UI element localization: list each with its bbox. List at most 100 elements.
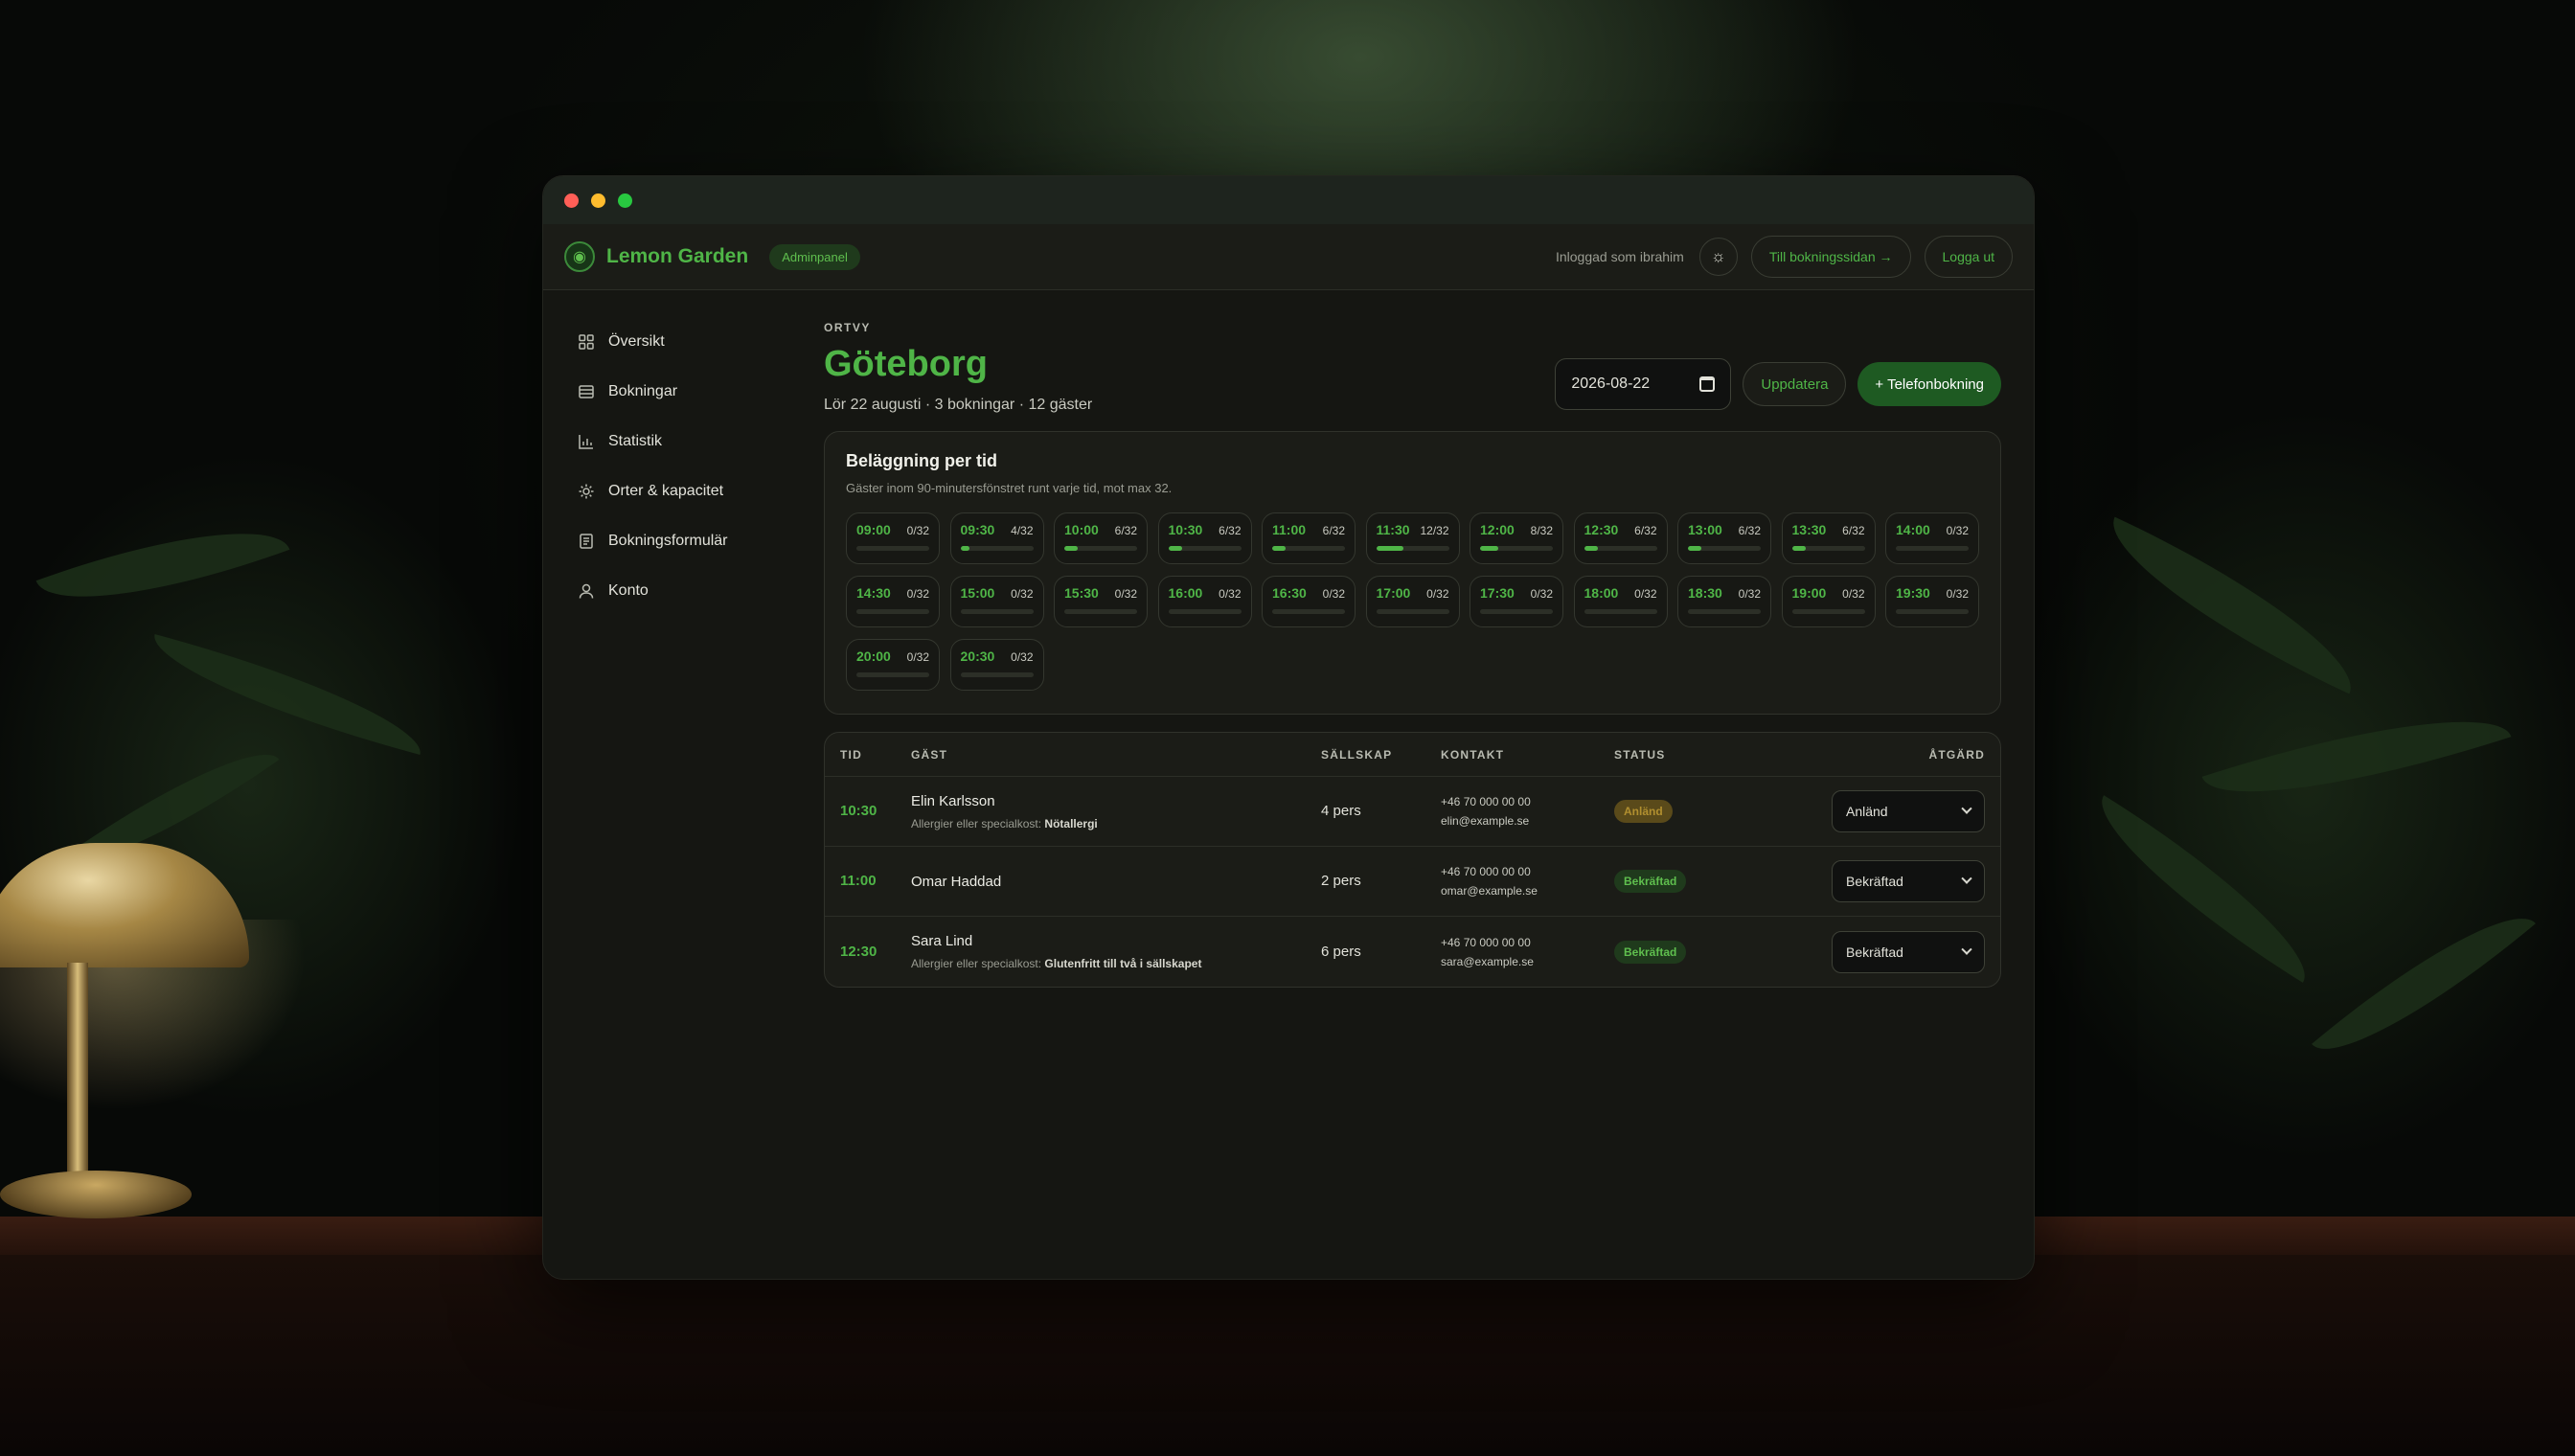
slot-time: 20:00 [856,648,891,664]
column-header-atgard: ÅTGÄRD [1928,747,1985,762]
time-slot[interactable]: 09:30 4/32 [949,512,1044,564]
booking-time: 10:30 [840,803,877,819]
slot-count: 0/32 [1738,587,1761,601]
time-slot[interactable]: 13:00 6/32 [1677,512,1771,564]
time-slot[interactable]: 10:00 6/32 [1054,512,1148,564]
grid-icon [578,333,595,351]
note-label: Allergier eller specialkost: [911,816,1042,830]
logged-in-text: Inloggad som ibrahim [1555,249,1684,264]
slot-time: 16:30 [1272,585,1307,601]
logout-button[interactable]: Logga ut [1924,236,2013,278]
action-select[interactable]: Bekräftad [1832,860,1985,902]
slot-count: 0/32 [1634,587,1657,601]
contact-phone: +46 70 000 00 00 [1441,935,1531,949]
slot-occupancy-bar [1480,609,1553,614]
slot-occupancy-bar [1896,546,1969,551]
user-icon [578,582,595,600]
sidebar-item-oversikt[interactable]: Översikt [578,317,824,367]
phone-booking-button[interactable]: + Telefonbokning [1857,362,2001,406]
header-actions: 2026-08-22 Uppdatera + Telefonbokning [1555,358,2001,410]
time-slot[interactable]: 17:00 0/32 [1365,576,1460,627]
slot-occupancy-bar [1272,609,1345,614]
sidebar-item-konto[interactable]: Konto [578,566,824,616]
time-slot[interactable]: 14:00 0/32 [1885,512,1979,564]
time-slot[interactable]: 18:00 0/32 [1573,576,1668,627]
time-slot[interactable]: 11:30 12/32 [1365,512,1460,564]
page-subtitle: Lör 22 augusti · 3 bokningar · 12 gäster [824,397,1093,413]
guest-note: Allergier eller specialkost: Nötallergi [911,817,1321,830]
action-select[interactable]: Bekräftad [1832,930,1985,973]
note-label: Allergier eller specialkost: [911,957,1042,970]
contact-email: omar@example.se [1441,884,1538,898]
party-size: 2 pers [1321,873,1361,889]
sidebar-item-bokningsformular[interactable]: Bokningsformulär [578,516,824,566]
slot-occupancy-fill [1584,546,1598,551]
slot-time: 13:00 [1688,522,1722,537]
slot-occupancy-fill [1272,546,1287,551]
chevron-down-icon [1961,803,1972,814]
to-booking-page-button[interactable]: Till bokningssidan → [1750,236,1911,278]
calendar-icon[interactable] [1699,376,1716,392]
slot-count: 0/32 [906,587,929,601]
time-slot[interactable]: 16:30 0/32 [1262,576,1356,627]
slot-occupancy-bar [1168,609,1242,614]
date-input[interactable]: 2026-08-22 [1555,358,1732,410]
party-size: 4 pers [1321,803,1361,819]
sidebar-item-bokningar[interactable]: Bokningar [578,367,824,417]
slot-occupancy-fill [1064,546,1079,551]
time-slot[interactable]: 16:00 0/32 [1157,576,1252,627]
time-slot[interactable]: 09:00 0/32 [846,512,940,564]
time-slot[interactable]: 18:30 0/32 [1677,576,1771,627]
time-slot[interactable]: 13:30 6/32 [1781,512,1876,564]
page-title: Göteborg [824,344,988,384]
slot-count: 0/32 [906,650,929,664]
slot-occupancy-bar [856,609,929,614]
slot-count: 0/32 [1946,524,1969,537]
sidebar-item-orter-kapacitet[interactable]: Orter & kapacitet [578,466,824,516]
time-slot[interactable]: 19:00 0/32 [1781,576,1876,627]
action-select[interactable]: Anländ [1832,790,1985,832]
time-slot[interactable]: 12:00 8/32 [1470,512,1563,564]
time-slot[interactable]: 17:30 0/32 [1470,576,1563,627]
slot-occupancy-bar [1064,546,1137,551]
minimize-window-button[interactable] [591,193,605,208]
brand[interactable]: ◉ Lemon Garden Adminpanel [564,241,860,272]
slot-occupancy-bar [1272,546,1345,551]
date-value: 2026-08-22 [1571,375,1651,392]
slot-time: 11:30 [1376,522,1410,537]
time-slot[interactable]: 12:30 6/32 [1573,512,1668,564]
booking-time: 11:00 [840,873,877,889]
maximize-window-button[interactable] [618,193,632,208]
sidebar-item-statistik[interactable]: Statistik [578,417,824,466]
slot-count: 6/32 [1114,524,1137,537]
time-slot[interactable]: 20:00 0/32 [846,639,940,691]
window-titlebar [543,176,2034,224]
refresh-button[interactable]: Uppdatera [1743,362,1847,406]
column-header-kontakt: KONTAKT [1441,747,1505,762]
guest-name: Sara Lind [911,933,973,949]
theme-toggle-button[interactable]: ☼ [1698,238,1738,276]
slot-count: 6/32 [1219,524,1242,537]
capacity-card: Beläggning per tid Gäster inom 90-minute… [824,431,2001,715]
slot-time: 12:00 [1480,522,1515,537]
status-badge: Bekräftad [1614,870,1687,893]
time-slot[interactable]: 11:00 6/32 [1262,512,1356,564]
slot-count: 0/32 [1219,587,1242,601]
sidebar-item-label: Översikt [608,333,665,350]
time-slot[interactable]: 20:30 0/32 [949,639,1044,691]
slot-time: 15:00 [960,585,995,601]
list-icon [578,383,595,400]
time-slot[interactable]: 14:30 0/32 [846,576,940,627]
slot-occupancy-bar [1791,609,1865,614]
slot-time: 13:30 [1791,522,1827,537]
slot-count: 12/32 [1420,524,1449,537]
slot-count: 6/32 [1738,524,1761,537]
table-row: 10:30 Elin Karlsson Allergier eller spec… [825,777,2000,847]
slot-time: 12:30 [1584,522,1619,537]
slot-time: 18:00 [1584,585,1619,601]
time-slot[interactable]: 10:30 6/32 [1157,512,1252,564]
time-slot[interactable]: 15:30 0/32 [1054,576,1148,627]
time-slot[interactable]: 15:00 0/32 [949,576,1044,627]
time-slot[interactable]: 19:30 0/32 [1885,576,1979,627]
close-window-button[interactable] [564,193,579,208]
